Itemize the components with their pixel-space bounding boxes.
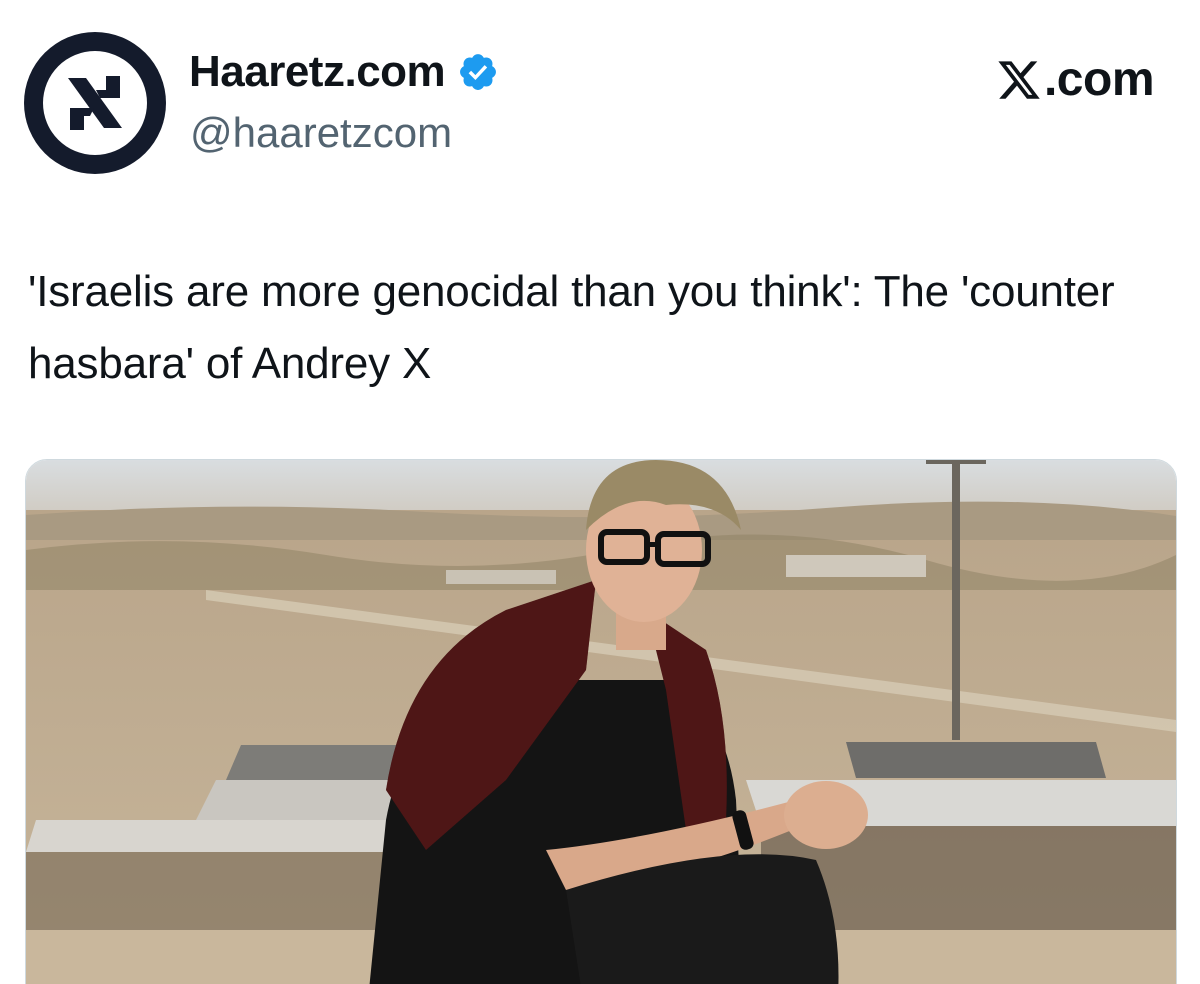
brand-label: .com: [1043, 53, 1155, 106]
tweet-text: 'Israelis are more genocidal than you th…: [28, 267, 1115, 388]
x-com-brand: .com: [996, 53, 1155, 106]
photo-image: [26, 460, 1176, 984]
tweet-photo[interactable]: [25, 459, 1177, 984]
display-name[interactable]: Haaretz.com: [189, 50, 446, 94]
account-name-row: Haaretz.com: [189, 50, 499, 94]
tweet-card: Haaretz.com @haaretzcom .com 'Israelis a…: [0, 0, 1200, 984]
verified-badge-icon: [457, 51, 499, 93]
account-handle[interactable]: @haaretzcom: [190, 112, 452, 154]
x-logo-icon: [998, 61, 1040, 99]
haaretz-logo-icon: [43, 51, 147, 155]
avatar[interactable]: [24, 32, 166, 174]
